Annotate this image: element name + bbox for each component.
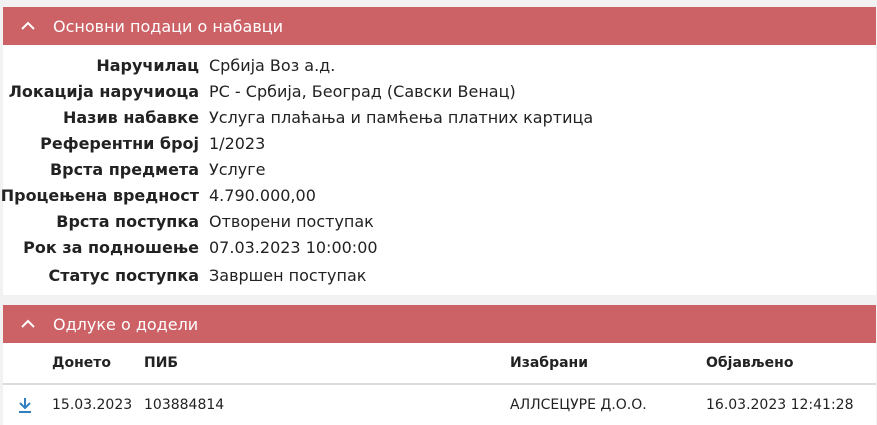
basic-info-header[interactable]: Основни подаци о набавци <box>3 7 876 45</box>
decisions-title: Одлуке о додели <box>53 314 199 334</box>
basic-info-title: Основни подаци о набавци <box>53 16 284 36</box>
cell-adopted-date: 15.03.2023 <box>52 397 133 413</box>
info-label: Локација наручиоца <box>8 82 199 101</box>
info-row-status: Статус поступка Завршен поступак <box>3 263 876 289</box>
chevron-up-icon <box>3 319 53 329</box>
column-header-selected[interactable]: Изабрани <box>510 343 588 383</box>
info-label: Наручилац <box>96 56 199 75</box>
info-label: Врста предмета <box>49 160 199 179</box>
basic-info-panel: Наручилац Србија Воз а.д. Локација наруч… <box>0 45 876 295</box>
info-row-contracting-authority: Наручилац Србија Воз а.д. <box>3 53 876 79</box>
table-header-row: Донето ПИБ Изабрани Објављено <box>3 343 876 385</box>
decisions-header[interactable]: Одлуке о додели <box>3 305 876 343</box>
info-label: Рок за подношење <box>23 238 199 257</box>
info-row-subject-type: Врста предмета Услуге <box>3 157 876 183</box>
info-value: Завршен поступак <box>209 266 367 285</box>
download-icon[interactable] <box>13 385 37 425</box>
info-value: 1/2023 <box>209 134 266 153</box>
info-label: Процењена вредност <box>0 186 199 205</box>
info-value: 07.03.2023 10:00:00 <box>209 238 378 257</box>
column-header-adopted[interactable]: Донето <box>52 343 111 383</box>
info-value: Услуга плаћања и памћења платних картица <box>209 108 594 127</box>
chevron-up-icon <box>3 21 53 31</box>
cell-selected-bidder: АЛЛСЕЦУРЕ Д.О.О. <box>510 397 647 413</box>
info-row-procedure-type: Врста поступка Отворени поступак <box>3 209 876 235</box>
info-row-reference-number: Референтни број 1/2023 <box>3 131 876 157</box>
cell-published-date: 16.03.2023 12:41:28 <box>706 397 854 413</box>
info-row-procurement-name: Назив набавке Услуга плаћања и памћења п… <box>3 105 876 131</box>
column-header-published[interactable]: Објављено <box>706 343 793 383</box>
decisions-table: Донето ПИБ Изабрани Објављено 15.03.2023… <box>3 343 876 425</box>
column-header-pib[interactable]: ПИБ <box>144 343 178 383</box>
info-row-deadline: Рок за подношење 07.03.2023 10:00:00 <box>3 235 876 261</box>
info-label: Назив набавке <box>62 108 199 127</box>
info-value: РС - Србија, Београд (Савски Венац) <box>209 82 516 101</box>
info-value: 4.790.000,00 <box>209 186 316 205</box>
info-label: Врста поступка <box>56 212 199 231</box>
info-value: Отворени поступак <box>209 212 374 231</box>
cell-pib: 103884814 <box>144 397 225 413</box>
info-label: Статус поступка <box>48 266 199 285</box>
table-row: 15.03.2023 103884814 АЛЛСЕЦУРЕ Д.О.О. 16… <box>3 385 876 425</box>
info-value: Услуге <box>209 160 266 179</box>
info-row-location: Локација наручиоца РС - Србија, Београд … <box>3 79 876 105</box>
info-row-estimated-value: Процењена вредност 4.790.000,00 <box>0 183 876 209</box>
info-value: Србија Воз а.д. <box>209 56 336 75</box>
info-label: Референтни број <box>40 134 199 153</box>
